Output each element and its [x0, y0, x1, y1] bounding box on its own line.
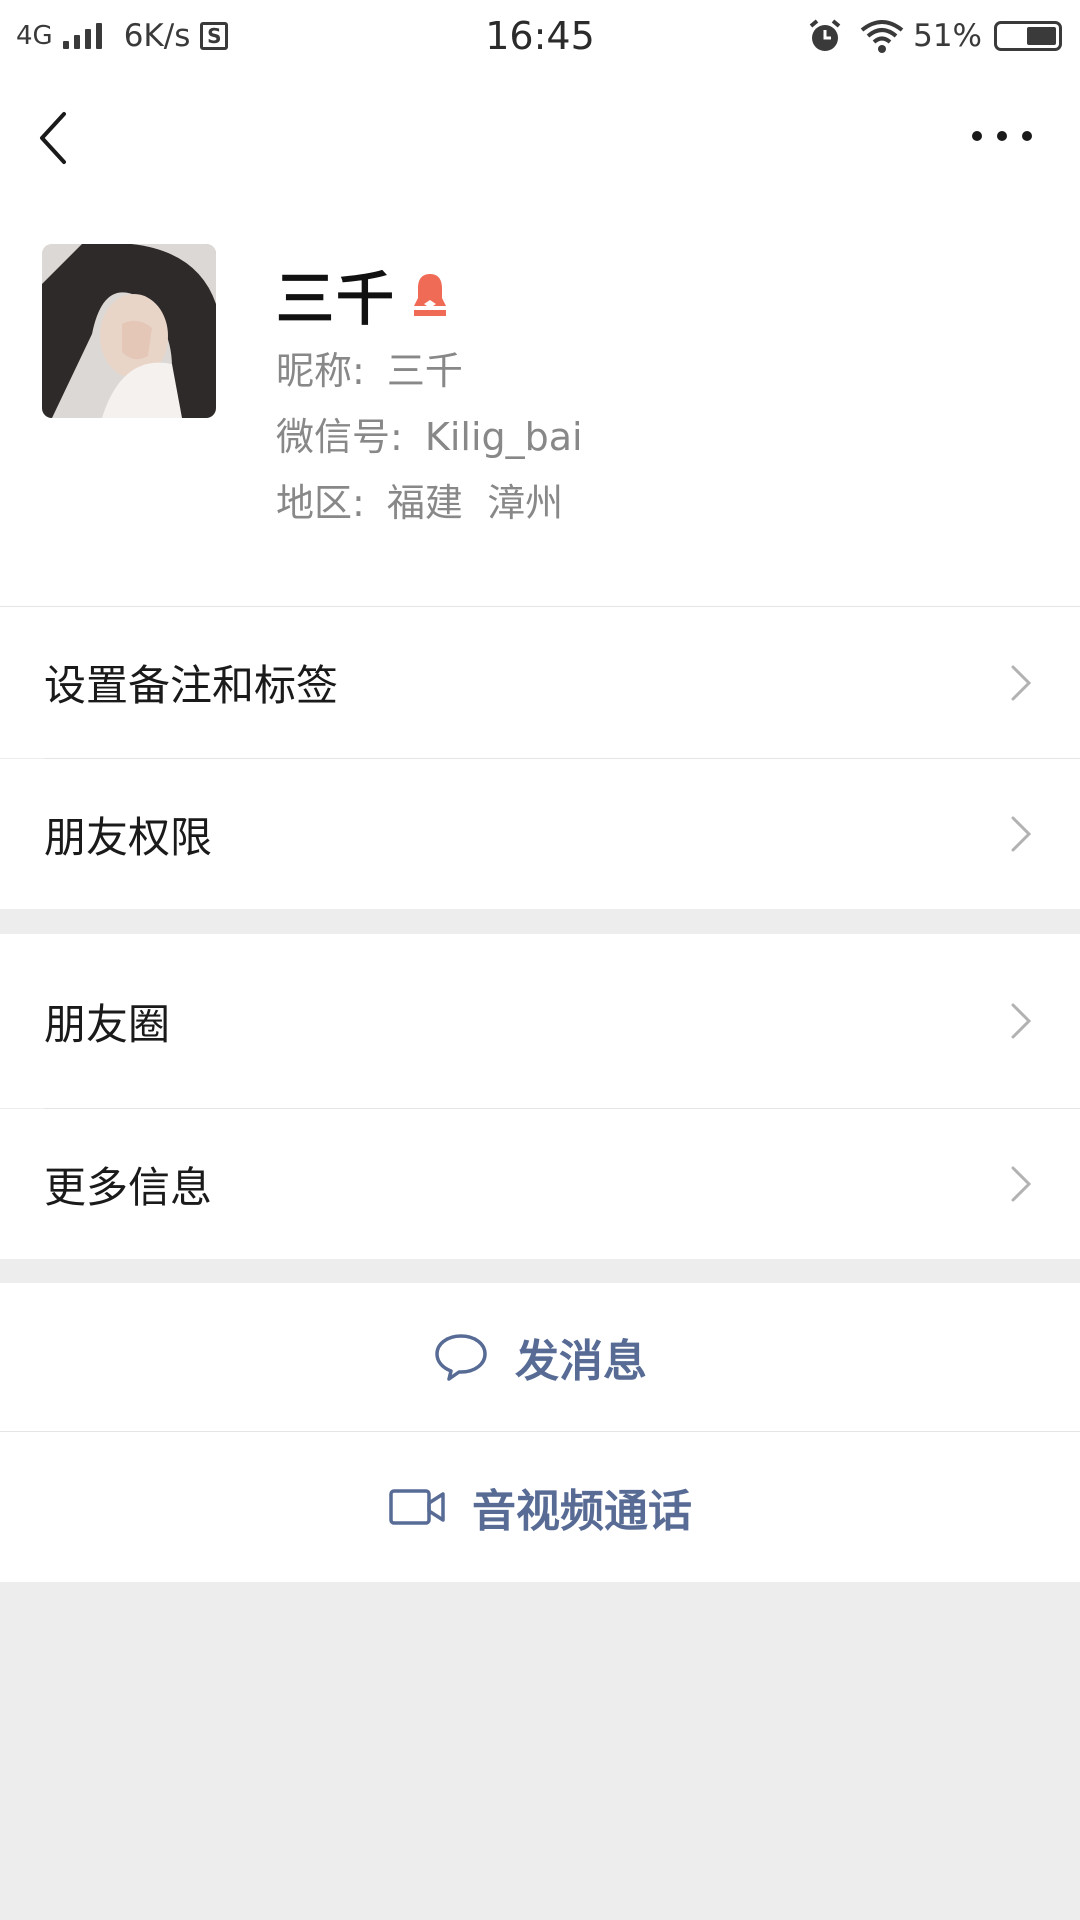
- region-label: 地区:: [276, 481, 365, 525]
- female-icon: [414, 274, 447, 316]
- dot-icon: [972, 131, 982, 141]
- row-remark-and-tags[interactable]: 设置备注和标签: [0, 607, 1080, 758]
- chat-bubble-icon: [435, 1334, 487, 1381]
- dot-icon: [997, 131, 1007, 141]
- status-bar-right: 51%: [807, 16, 1062, 56]
- more-options-button[interactable]: [972, 118, 1032, 154]
- battery-percent: 51%: [913, 18, 982, 54]
- row-label: 更多信息: [44, 1162, 213, 1212]
- region-value: 福建 漳州: [386, 481, 564, 525]
- video-call-label: 音视频通话: [472, 1486, 692, 1537]
- row-more-info[interactable]: 更多信息: [0, 1109, 1080, 1259]
- row-label: 设置备注和标签: [44, 661, 339, 710]
- nickname-label: 昵称:: [276, 349, 365, 393]
- row-moments[interactable]: 朋友圈: [0, 934, 1080, 1108]
- send-message-label: 发消息: [515, 1336, 647, 1387]
- chevron-right-icon: [1011, 1003, 1032, 1039]
- video-call-button[interactable]: 音视频通话: [0, 1432, 1080, 1582]
- back-icon[interactable]: [34, 108, 74, 168]
- battery-icon: [994, 21, 1062, 51]
- profile-name: 三千: [276, 265, 397, 333]
- nickname-value: 三千: [386, 349, 463, 393]
- dot-icon: [1022, 131, 1032, 141]
- status-bar: 4G 6K/s S 16:45 51%: [0, 0, 1080, 74]
- avatar[interactable]: [42, 244, 216, 418]
- row-label: 朋友权限: [44, 812, 213, 862]
- wechat-id-value: Kilig_bai: [424, 415, 583, 459]
- profile-name-row: 三千: [276, 252, 450, 336]
- wechat-id-line: 微信号: Kilig_bai: [276, 406, 583, 461]
- nickname-line: 昵称: 三千: [276, 340, 463, 395]
- chevron-right-icon: [1011, 665, 1032, 700]
- avatar-photo: [42, 244, 216, 418]
- region-line: 地区: 福建 漳州: [276, 472, 563, 527]
- alarm-icon: [809, 19, 841, 51]
- wechat-id-label: 微信号:: [276, 415, 403, 459]
- row-friend-permissions[interactable]: 朋友权限: [0, 759, 1080, 909]
- battery-fill: [1027, 27, 1056, 45]
- chevron-right-icon: [1011, 1166, 1032, 1202]
- wifi-icon: [860, 20, 904, 53]
- send-message-button[interactable]: 发消息: [0, 1283, 1080, 1431]
- video-camera-icon: [389, 1489, 445, 1525]
- chevron-right-icon: [1011, 816, 1032, 852]
- row-label: 朋友圈: [44, 999, 171, 1049]
